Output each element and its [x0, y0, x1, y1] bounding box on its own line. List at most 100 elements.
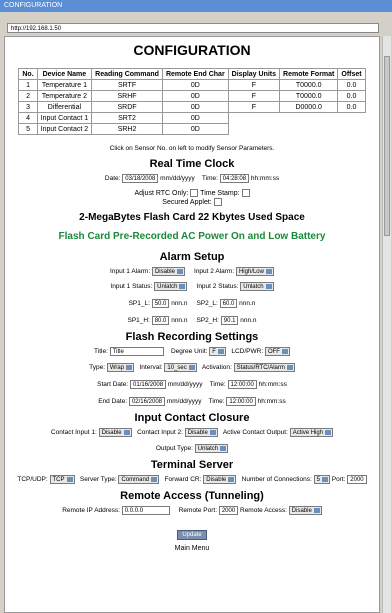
sensor-no-link[interactable]: 4 — [18, 112, 38, 124]
vertical-scrollbar[interactable] — [382, 36, 391, 613]
date-input[interactable]: 03/18/2008 — [122, 174, 159, 183]
remote-ip-input[interactable]: 0.0.0.0 — [121, 506, 170, 515]
in1-alarm-select[interactable]: Disable — [151, 267, 185, 276]
port-input[interactable]: 2000 — [347, 475, 367, 484]
window-title-bar: CONFIGURATION — [0, 0, 392, 12]
remote-ip-label: Remote IP Address: — [62, 507, 120, 515]
col-reading-command: Reading Command — [91, 68, 163, 80]
active-output-select[interactable]: Active High — [289, 428, 334, 437]
adjust-rtc-checkbox[interactable] — [190, 189, 199, 197]
in2-status-select[interactable]: Unlatch — [240, 282, 274, 291]
table-cell: F — [227, 101, 281, 113]
tcp-label: TCP/UDP: — [17, 476, 48, 484]
sp2-h-input[interactable]: 90.1 — [220, 316, 239, 325]
alarm-row-3: SP1_L: 50.0 nnn.n SP2_L: 60.0 nnn.n — [5, 299, 379, 308]
contact1-select[interactable]: Disable — [98, 428, 132, 437]
title-input[interactable]: Title — [109, 347, 164, 356]
update-row: Update — [5, 523, 379, 541]
start-date-format: mm/dd/yyyy — [167, 381, 203, 389]
lcd-select[interactable]: OFF — [264, 347, 290, 356]
flash-rec-row-2: Type: Wrap Interval: 10_sec Activation: … — [5, 363, 379, 372]
sp1-h-input[interactable]: 80.0 — [151, 316, 170, 325]
sensor-no-link[interactable]: 2 — [18, 90, 38, 102]
table-row: 1 Temperature 1 SRTF 0D F T0000.0 0.0 — [18, 79, 366, 91]
forward-cr-select[interactable]: Disable — [203, 475, 237, 484]
tcp-select[interactable]: TCP — [49, 475, 75, 484]
sp1-h-unit: nnn.n — [171, 317, 188, 325]
sp2-l-input[interactable]: 60.0 — [219, 299, 238, 308]
sensor-no-link[interactable]: 1 — [18, 79, 38, 91]
scrollbar-thumb[interactable] — [384, 56, 390, 236]
type-label: Type: — [89, 364, 106, 372]
col-remote-end-char: Remote End Char — [161, 68, 229, 80]
main-menu-link[interactable]: Main Menu — [5, 545, 379, 552]
table-cell: D0000.0 — [279, 101, 339, 113]
table-cell: SRT2 — [91, 112, 163, 124]
remote-title: Remote Access (Tunneling) — [120, 490, 264, 502]
sensor-no-link[interactable]: 5 — [18, 123, 38, 135]
port-label: Port: — [331, 476, 346, 484]
page-title: CONFIGURATION — [133, 42, 251, 58]
remote-access-select[interactable]: Disable — [288, 506, 322, 515]
secured-applet-checkbox[interactable] — [213, 198, 222, 206]
table-header-row: No. Device Name Reading Command Remote E… — [18, 68, 366, 80]
end-date-format: mm/dd/yyyy — [166, 398, 202, 406]
address-bar[interactable]: http://192.168.1.50 — [7, 23, 379, 33]
end-time-input[interactable]: 12:00:00 — [226, 397, 256, 406]
interval-select[interactable]: 10_sec — [164, 363, 197, 372]
sp2-l-unit: nnn.n — [239, 300, 256, 308]
empty-cell — [338, 113, 365, 124]
table-cell: T0000.0 — [279, 90, 339, 102]
update-button[interactable]: Update — [177, 530, 207, 540]
flash-rec-title: Flash Recording Settings — [125, 331, 259, 343]
col-no: No. — [18, 68, 38, 80]
table-cell: 0D — [161, 90, 229, 102]
forward-cr-label: Forward CR: — [164, 476, 202, 484]
table-cell: 0D — [161, 112, 229, 124]
interval-label: Interval: — [139, 364, 163, 372]
in1-status-select[interactable]: Unlatch — [154, 282, 188, 291]
address-bar-area: http://192.168.1.50 — [0, 12, 392, 38]
degree-select[interactable]: F — [209, 347, 226, 356]
alarm-title: Alarm Setup — [159, 251, 225, 263]
remote-port-input[interactable]: 2000 — [218, 506, 239, 515]
remote-access-label: Remote Access: — [240, 507, 287, 515]
activation-select[interactable]: Status/RTC/Alarm — [233, 363, 295, 372]
table-cell: Input Contact 2 — [36, 123, 93, 135]
in2-alarm-select[interactable]: High/Low — [235, 267, 274, 276]
active-output-label: Active Contact Output: — [222, 429, 288, 437]
output-type-select[interactable]: Unlatch — [194, 444, 229, 453]
rtc-options-row: Adjust RTC Only: Time Stamp: — [5, 189, 379, 197]
title-label: Title: — [94, 348, 108, 356]
table-cell: 0D — [161, 79, 229, 91]
table-row: 2 Temperature 2 SRHF 0D F T0000.0 0.0 — [18, 90, 366, 102]
end-date-input[interactable]: 02/16/2008 — [128, 397, 165, 406]
timestamp-checkbox[interactable] — [241, 189, 250, 197]
sp1-l-input[interactable]: 50.0 — [151, 299, 170, 308]
table-row: 5 Input Contact 2 SRH2 0D — [18, 123, 365, 135]
contact-row-1: Contact Input 1: Disable Contact Input 2… — [5, 428, 379, 437]
table-cell: Temperature 2 — [36, 90, 93, 102]
connections-select[interactable]: 5 — [313, 475, 330, 484]
sp2-h-unit: nnn.n — [240, 317, 257, 325]
in2-alarm-label: Input 2 Alarm: — [194, 268, 235, 276]
sp1-h-label: SP1_H: — [127, 317, 150, 325]
table-row: 3 Differential SRDF 0D F D0000.0 0.0 — [18, 101, 366, 113]
date-format: mm/dd/yyyy — [160, 175, 195, 183]
terminal-row: TCP/UDP: TCP Server Type: Command Forwar… — [5, 475, 379, 484]
empty-cell — [228, 113, 279, 124]
empty-cell — [338, 124, 365, 135]
flash-rec-row-1: Title: Title Degree Unit: F LCD/PWR: OFF — [5, 347, 379, 356]
rtc-title: Real Time Clock — [149, 158, 235, 170]
table-cell: F — [227, 90, 281, 102]
time-input[interactable]: 04:28:08 — [219, 174, 250, 183]
end-date-label: End Date: — [98, 398, 128, 406]
start-time-input[interactable]: 12:00:00 — [227, 380, 257, 389]
start-date-input[interactable]: 01/16/2008 — [130, 380, 167, 389]
contact2-select[interactable]: Disable — [184, 428, 218, 437]
server-type-select[interactable]: Command — [118, 475, 160, 484]
flash-rec-row-4: End Date: 02/16/2008 mm/dd/yyyy Time: 12… — [5, 397, 379, 406]
sensor-no-link[interactable]: 3 — [18, 101, 38, 113]
secured-row: Secured Applet: — [5, 198, 379, 206]
type-select[interactable]: Wrap — [106, 363, 135, 372]
